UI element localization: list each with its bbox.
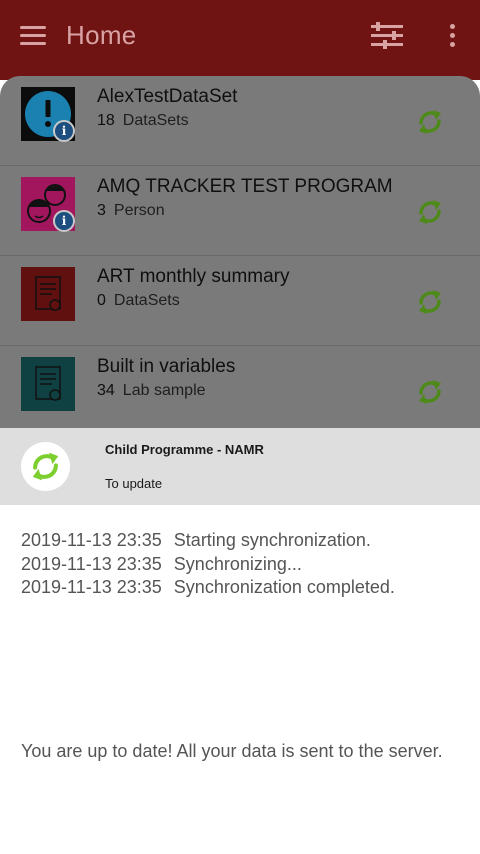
more-vertical-icon[interactable] [446, 24, 458, 50]
sync-icon[interactable] [414, 286, 446, 318]
log-message: Synchronization completed. [173, 577, 395, 597]
count-unit: Person [113, 202, 165, 219]
sync-log: 2019-11-13 23:35 Starting synchronization… [21, 529, 461, 600]
program-row[interactable]: Built in variables 34 Lab sample [0, 346, 480, 436]
sync-icon[interactable] [414, 376, 446, 408]
document-icon [21, 267, 75, 321]
app-bar: Home [0, 0, 480, 80]
log-message: Synchronizing... [173, 553, 302, 574]
program-name: AlexTestDataSet [97, 86, 238, 107]
count-unit: DataSets [122, 112, 189, 129]
program-count: 0 DataSets [97, 292, 180, 310]
program-count: 3 Person [97, 202, 165, 220]
hamburger-menu-icon[interactable] [20, 26, 46, 46]
sync-status-message: You are up to date! All your data is sen… [21, 741, 443, 761]
log-entry: 2019-11-13 23:35 Synchronization complete… [21, 576, 461, 600]
sync-program-name: Child Programme - NAMR [105, 442, 264, 457]
log-time: 2019-11-13 23:35 [21, 530, 162, 550]
sync-icon[interactable] [414, 196, 446, 228]
document-icon [21, 357, 75, 411]
count-unit: Lab sample [122, 382, 206, 399]
info-icon: i [53, 120, 75, 142]
program-count: 18 DataSets [97, 112, 189, 130]
log-time: 2019-11-13 23:35 [21, 553, 162, 574]
count-value: 3 [97, 202, 106, 219]
program-name: Built in variables [97, 356, 236, 377]
count-unit: DataSets [113, 292, 180, 309]
program-name: ART monthly summary [97, 266, 290, 287]
log-message: Starting synchronization. [173, 530, 371, 550]
count-value: 18 [97, 112, 115, 129]
program-list: i AlexTestDataSet 18 DataSets i AMQ TRACK… [0, 76, 480, 436]
sync-icon[interactable] [414, 106, 446, 138]
program-name: AMQ TRACKER TEST PROGRAM [97, 176, 393, 197]
program-count: 34 Lab sample [97, 382, 206, 400]
filter-sliders-icon[interactable] [370, 22, 404, 50]
program-row[interactable]: i AlexTestDataSet 18 DataSets [0, 76, 480, 166]
program-row[interactable]: ART monthly summary 0 DataSets [0, 256, 480, 346]
sync-dialog-header: Child Programme - NAMR To update [0, 428, 480, 505]
log-entry: 2019-11-13 23:35 Starting synchronization… [21, 529, 461, 553]
program-row[interactable]: i AMQ TRACKER TEST PROGRAM 3 Person [0, 166, 480, 256]
sync-arrows-icon [21, 442, 70, 491]
log-time: 2019-11-13 23:35 [21, 577, 162, 597]
count-value: 0 [97, 292, 106, 309]
count-value: 34 [97, 382, 115, 399]
log-entry: 2019-11-13 23:35 Synchronizing... [21, 553, 461, 577]
sync-state-label: To update [105, 476, 163, 491]
info-icon: i [53, 210, 75, 232]
page-title: Home [66, 20, 137, 50]
